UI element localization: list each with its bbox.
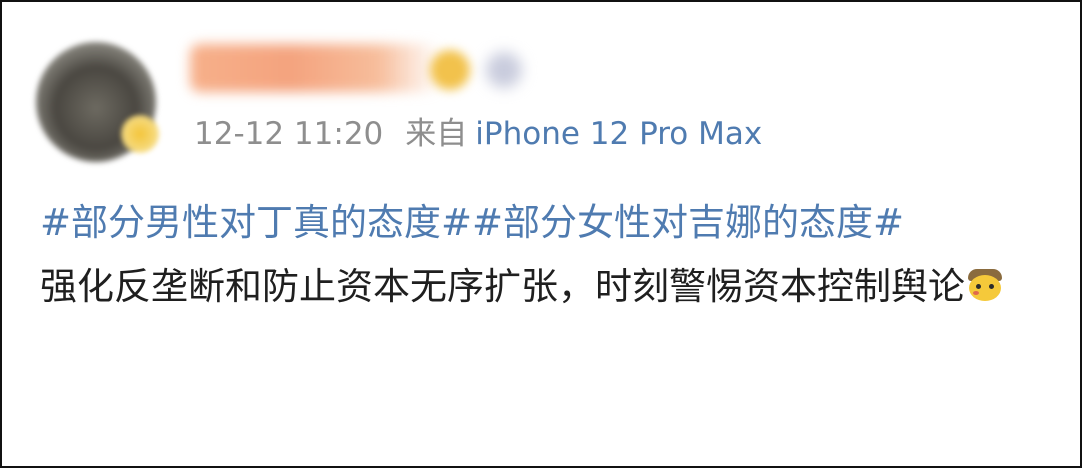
detective-pikachu-emoji-icon xyxy=(967,267,1003,303)
verified-badge-icon xyxy=(120,114,160,154)
vip-badge-icon xyxy=(430,50,470,90)
post-content: 强化反垄断和防止资本无序扩张，时刻警惕资本控制舆论 xyxy=(40,254,1040,320)
via-label: 来自 xyxy=(405,116,468,152)
username-blurred[interactable] xyxy=(190,44,440,92)
post-body: #部分男性对丁真的态度##部分女性对吉娜的态度# 强化反垄断和防止资本无序扩张，… xyxy=(40,190,1040,320)
device-link[interactable]: iPhone 12 Pro Max xyxy=(475,116,762,152)
weibo-post-card: 12-12 11:20 来自 iPhone 12 Pro Max #部分男性对丁真的… xyxy=(0,0,1082,468)
post-meta: 12-12 11:20 来自 iPhone 12 Pro Max xyxy=(194,112,762,156)
post-timestamp: 12-12 11:20 xyxy=(194,116,384,152)
post-text: 强化反垄断和防止资本无序扩张，时刻警惕资本控制舆论 xyxy=(40,265,965,308)
hashtag-links[interactable]: #部分男性对丁真的态度##部分女性对吉娜的态度# xyxy=(40,190,1040,256)
level-badge-icon xyxy=(486,52,522,88)
